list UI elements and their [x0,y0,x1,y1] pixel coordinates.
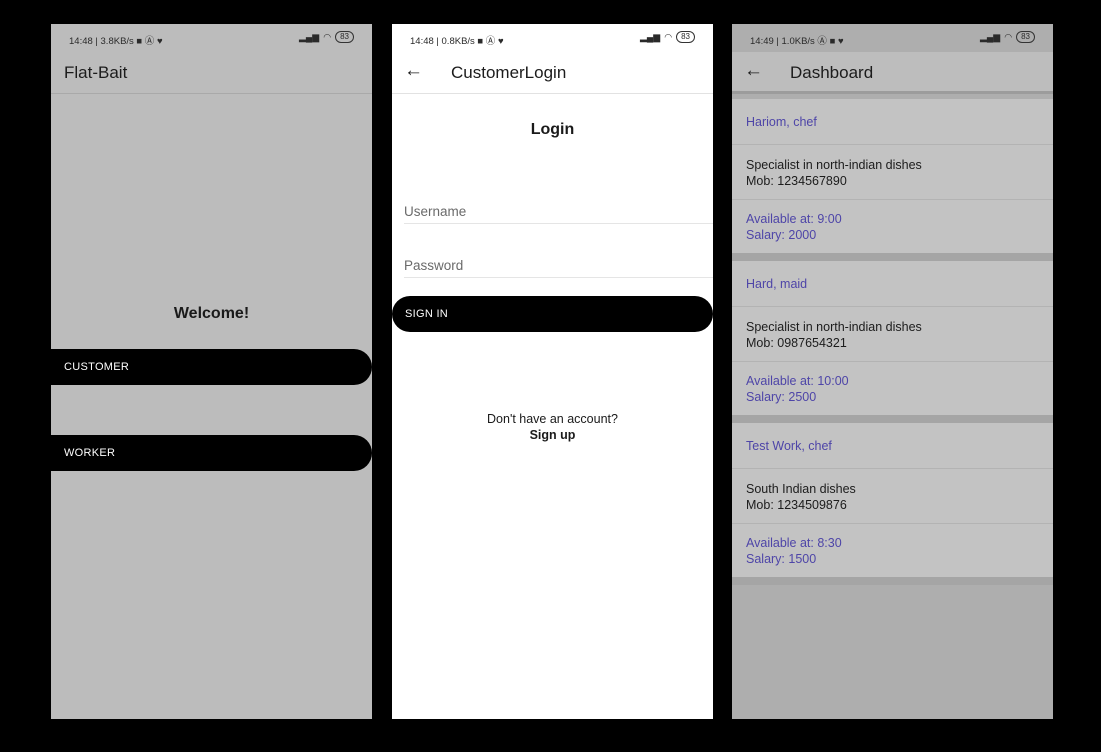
password-input[interactable] [404,250,713,273]
welcome-text: Welcome! [173,305,250,322]
app-bar: Flat-Bait [51,52,372,94]
login-heading: Login [530,121,575,138]
worker-speciality: Specialist in north-indian dishes [746,158,922,172]
worker-header: Hariom, chef [732,99,1053,145]
worker-available-time: Available at: 9:00 [746,212,842,226]
sign-up-link[interactable]: Sign up [392,428,713,442]
status-time: 14:48 | 3.8KB/s ■ Ⓐ ♥ [69,36,163,47]
worker-details: Specialist in north-indian dishes Mob: 0… [732,307,1053,362]
username-field[interactable] [404,196,713,224]
arrow-left-icon[interactable]: ← [404,60,423,82]
worker-card[interactable]: Test Work, chef South Indian dishes Mob:… [732,423,1053,585]
battery-icon: 83 [676,31,695,43]
battery-icon: 83 [335,31,354,43]
arrow-left-icon[interactable]: ← [744,60,763,82]
worker-card[interactable]: Hard, maid Specialist in north-indian di… [732,261,1053,423]
wifi-icon: ◠ [323,32,332,42]
signup-question: Don't have an account? [487,412,618,426]
worker-availability: Available at: 9:00 Salary: 2000 [732,200,1053,253]
signal-icon: ▂▄▆ [640,32,661,42]
worker-mobile: Mob: 1234509876 [746,498,847,512]
customer-login-screen: 14:48 | 0.8KB/s ■ Ⓐ ♥ ▂▄▆ ◠ 83 ← Custome… [392,24,713,719]
worker-availability: Available at: 10:00 Salary: 2500 [732,362,1053,415]
worker-button[interactable]: WORKER [51,435,372,471]
worker-available-time: Available at: 10:00 [746,374,849,388]
worker-mobile: Mob: 1234567890 [746,174,847,188]
worker-salary: Salary: 1500 [746,552,817,566]
worker-list: Hariom, chef Specialist in north-indian … [732,99,1053,585]
worker-available-time: Available at: 8:30 [746,536,842,550]
app-title: CustomerLogin [451,63,567,82]
signal-icon: ▂▄▆ [299,32,320,42]
worker-details: Specialist in north-indian dishes Mob: 1… [732,145,1053,200]
sign-in-button[interactable]: SIGN IN [392,296,713,332]
username-input[interactable] [404,196,713,219]
app-bar: ← Dashboard [732,52,1053,94]
app-title: Dashboard [790,63,874,82]
worker-salary: Salary: 2500 [746,390,817,404]
dashboard-screen: 14:49 | 1.0KB/s Ⓐ ■ ♥ ▂▄▆ ◠ 83 ← Dashboa… [732,24,1053,719]
worker-details: South Indian dishes Mob: 1234509876 [732,469,1053,524]
signup-prompt: Don't have an account? Sign up [392,412,713,442]
wifi-icon: ◠ [1004,32,1013,42]
system-icons: ▂▄▆ ◠ 83 [980,31,1035,43]
worker-mobile: Mob: 0987654321 [746,336,847,350]
battery-icon: 83 [1016,31,1035,43]
signal-icon: ▂▄▆ [980,32,1001,42]
worker-header: Test Work, chef [732,423,1053,469]
worker-header: Hard, maid [732,261,1053,307]
password-field[interactable] [404,250,713,278]
worker-speciality: South Indian dishes [746,482,856,496]
worker-speciality: Specialist in north-indian dishes [746,320,922,334]
status-bar: 14:48 | 0.8KB/s ■ Ⓐ ♥ ▂▄▆ ◠ 83 [392,24,713,52]
worker-salary: Salary: 2000 [746,228,817,242]
status-bar: 14:48 | 3.8KB/s ■ Ⓐ ♥ ▂▄▆ ◠ 83 [51,24,372,52]
status-time: 14:49 | 1.0KB/s Ⓐ ■ ♥ [750,36,844,47]
status-time: 14:48 | 0.8KB/s ■ Ⓐ ♥ [410,36,504,47]
system-icons: ▂▄▆ ◠ 83 [299,31,354,43]
customer-button[interactable]: CUSTOMER [51,349,372,385]
worker-card[interactable]: Hariom, chef Specialist in north-indian … [732,99,1053,261]
status-bar: 14:49 | 1.0KB/s Ⓐ ■ ♥ ▂▄▆ ◠ 83 [732,24,1053,52]
app-title: Flat-Bait [64,63,128,82]
wifi-icon: ◠ [664,32,673,42]
app-bar: ← CustomerLogin [392,52,713,94]
worker-availability: Available at: 8:30 Salary: 1500 [732,524,1053,577]
welcome-screen: 14:48 | 3.8KB/s ■ Ⓐ ♥ ▂▄▆ ◠ 83 Flat-Bait… [51,24,372,719]
system-icons: ▂▄▆ ◠ 83 [640,31,695,43]
